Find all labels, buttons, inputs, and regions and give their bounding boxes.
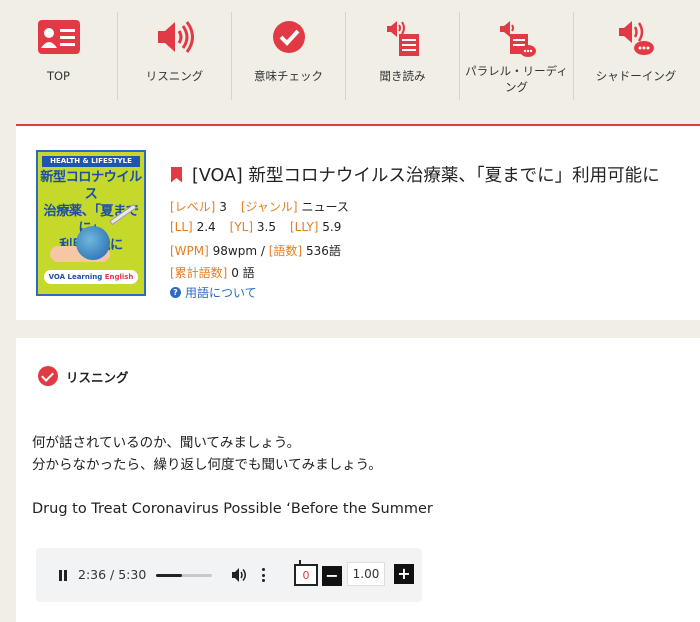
rate-decrease-button[interactable]: − xyxy=(322,566,342,586)
nav-listening-label: リスニング xyxy=(145,69,204,83)
nav-top-label: TOP xyxy=(46,69,70,83)
meta-wpm-words: [WPM] 98wpm / [語数] 536語 xyxy=(170,244,341,258)
article-title: [VOA] 新型コロナウイルス治療薬、「夏までに」利用可能に xyxy=(171,162,660,187)
globe-illustration xyxy=(76,226,110,260)
question-icon: ? xyxy=(170,287,181,298)
nav-read-along-label: 聞き読み xyxy=(379,69,426,83)
time-display: 2:36 / 5:30 xyxy=(78,567,147,582)
loop-counter[interactable]: 0 xyxy=(294,560,318,586)
cover-footer: VOA Learning English xyxy=(44,270,138,284)
id-card-icon xyxy=(37,20,80,54)
nav-shadowing[interactable]: シャドーイング xyxy=(574,0,698,110)
more-options-icon[interactable] xyxy=(262,568,266,582)
cover-band: HEALTH & LIFESTYLE xyxy=(42,156,140,167)
nav-meaning-check[interactable]: 意味チェック xyxy=(232,0,345,110)
seek-bar[interactable] xyxy=(156,574,212,577)
speaker-document-chat-icon xyxy=(499,21,536,57)
article-title-text: [VOA] 新型コロナウイルス治療薬、「夏までに」利用可能に xyxy=(192,166,660,186)
nav-shadowing-label: シャドーイング xyxy=(595,69,677,83)
playback-rate: 1.00 xyxy=(347,562,385,586)
listening-heading: リスニング xyxy=(38,366,129,386)
meta-total-words: [累計語数] 0 語 xyxy=(170,266,255,280)
terms-help-link[interactable]: ? 用語について xyxy=(170,284,257,301)
volume-icon[interactable] xyxy=(232,568,248,582)
check-circle-icon xyxy=(272,21,305,53)
english-title: Drug to Treat Coronavirus Possible ‘Befo… xyxy=(32,501,433,517)
nav-parallel-reading[interactable]: パラレル・リーディング xyxy=(460,0,573,110)
nav-parallel-reading-label: パラレル・リーディング xyxy=(465,64,568,94)
listening-card: リスニング 何が話されているのか、聞いてみましょう。 分からなかったら、繰り返し… xyxy=(16,338,700,622)
speaker-document-icon xyxy=(386,21,419,56)
nav-meaning-check-label: 意味チェック xyxy=(254,69,323,83)
article-card: HEALTH & LIFESTYLE 新型コロナウイルス 治療薬、「夏までに」 … xyxy=(16,124,700,320)
speaker-chat-icon xyxy=(619,21,654,55)
book-cover: HEALTH & LIFESTYLE 新型コロナウイルス 治療薬、「夏までに」 … xyxy=(36,150,146,296)
nav-read-along[interactable]: 聞き読み xyxy=(346,0,459,110)
bookmark-icon[interactable] xyxy=(171,166,182,183)
check-circle-icon xyxy=(38,366,58,386)
instruction-text: 何が話されているのか、聞いてみましょう。 分からなかったら、繰り返し何度でも聞い… xyxy=(32,435,382,473)
meta-level-genre: [レベル] 3 [ジャンル] ニュース xyxy=(170,200,349,214)
meta-readability: [LL] 2.4 [YL] 3.5 [LLY] 5.9 xyxy=(170,220,342,234)
speaker-icon xyxy=(157,21,194,53)
nav-top[interactable]: TOP xyxy=(0,0,117,110)
top-nav: TOP リスニング 意味チェック 聞き読み パラレル・リーディング シャドーイン… xyxy=(0,0,700,110)
nav-listening[interactable]: リスニング xyxy=(118,0,231,110)
rate-increase-button[interactable]: + xyxy=(394,564,414,584)
pause-icon[interactable] xyxy=(58,570,68,581)
seek-progress xyxy=(156,574,183,577)
